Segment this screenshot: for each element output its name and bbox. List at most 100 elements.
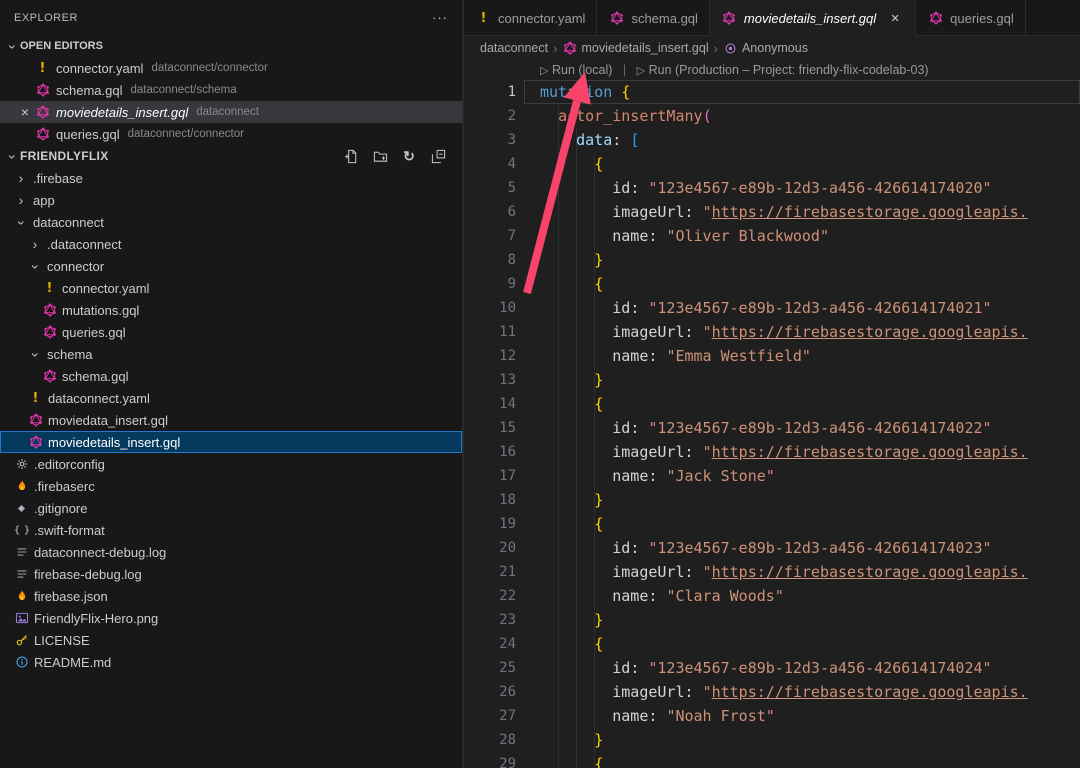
open-editors-header[interactable]: › OPEN EDITORS [0, 35, 462, 57]
line-number: 23 [464, 608, 516, 632]
play-icon: ▷ [637, 64, 649, 77]
code-line[interactable]: 29 { [464, 752, 1080, 768]
tree-item[interactable]: firebase-debug.log [0, 563, 462, 585]
breadcrumb-item[interactable]: moviedetails_insert.gql [562, 40, 708, 56]
code-line[interactable]: 25 id: "123e4567-e89b-12d3-a456-42661417… [464, 656, 1080, 680]
code-line[interactable]: 11 imageUrl: "https://firebasestorage.go… [464, 320, 1080, 344]
code-line[interactable]: 12 name: "Emma Westfield" [464, 344, 1080, 368]
code-line[interactable]: 27 name: "Noah Frost" [464, 704, 1080, 728]
chevron-right-icon: › [553, 41, 557, 56]
tree-item[interactable]: .firebaserc [0, 475, 462, 497]
warning-icon: ! [34, 60, 51, 76]
close-icon[interactable]: × [886, 10, 904, 27]
code-line[interactable]: 17 name: "Jack Stone" [464, 464, 1080, 488]
close-icon[interactable]: × [16, 104, 34, 120]
code-line[interactable]: 14 { [464, 392, 1080, 416]
tree-folder[interactable]: ›dataconnect [0, 211, 462, 233]
run-local-link[interactable]: ▷ Run (local) [540, 63, 612, 77]
code-line[interactable]: 26 imageUrl: "https://firebasestorage.go… [464, 680, 1080, 704]
tree-item[interactable]: queries.gql [0, 321, 462, 343]
code-line[interactable]: 3 data: [ [464, 128, 1080, 152]
code-line[interactable]: 24 { [464, 632, 1080, 656]
code-line[interactable]: 16 imageUrl: "https://firebasestorage.go… [464, 440, 1080, 464]
code-line[interactable]: 4 { [464, 152, 1080, 176]
tree-folder[interactable]: ›connector [0, 255, 462, 277]
tree-item[interactable]: .editorconfig [0, 453, 462, 475]
tree-item[interactable]: README.md [0, 651, 462, 673]
file-name: README.md [34, 655, 111, 670]
refresh-button[interactable]: ↻ [399, 146, 419, 166]
new-file-button[interactable] [341, 146, 361, 166]
tree-item[interactable]: moviedata_insert.gql [0, 409, 462, 431]
breadcrumb-item[interactable]: Anonymous [723, 40, 808, 56]
open-editors-list: ×!connector.yamldataconnect/connector×sc… [0, 57, 462, 145]
code-line[interactable]: 2 actor_insertMany( [464, 104, 1080, 128]
tree-item[interactable]: mutations.gql [0, 299, 462, 321]
tree-item[interactable]: !dataconnect.yaml [0, 387, 462, 409]
tree-item[interactable]: dataconnect-debug.log [0, 541, 462, 563]
line-number: 1 [464, 80, 516, 104]
code-line[interactable]: 13 } [464, 368, 1080, 392]
tree-item[interactable]: moviedetails_insert.gql [0, 431, 462, 453]
code-line[interactable]: 18 } [464, 488, 1080, 512]
line-number: 20 [464, 536, 516, 560]
open-editor-item[interactable]: ×moviedetails_insert.gqldataconnect [0, 101, 462, 123]
file-name: firebase.json [34, 589, 108, 604]
line-number: 7 [464, 224, 516, 248]
code-line[interactable]: 20 id: "123e4567-e89b-12d3-a456-42661417… [464, 536, 1080, 560]
tree-item[interactable]: schema.gql [0, 365, 462, 387]
tree-folder[interactable]: ›.dataconnect [0, 233, 462, 255]
run-production-link[interactable]: ▷ Run (Production – Project: friendly-fl… [637, 63, 929, 77]
play-icon: ▷ [540, 64, 552, 77]
line-number: 26 [464, 680, 516, 704]
line-number: 21 [464, 560, 516, 584]
more-actions-icon[interactable]: ··· [432, 10, 448, 25]
collapse-all-button[interactable] [428, 146, 448, 166]
tree-item[interactable]: { }.swift-format [0, 519, 462, 541]
codelens-separator: | [623, 63, 626, 77]
tree-item[interactable]: firebase.json [0, 585, 462, 607]
editor-tab[interactable]: !connector.yaml [464, 0, 597, 36]
code-line[interactable]: 1mutation { [464, 80, 1080, 104]
editor-tab[interactable]: schema.gql [597, 0, 709, 36]
tree-item[interactable]: LICENSE [0, 629, 462, 651]
code-line[interactable]: 8 } [464, 248, 1080, 272]
tree-item[interactable]: FriendlyFlix-Hero.png [0, 607, 462, 629]
code-line[interactable]: 15 id: "123e4567-e89b-12d3-a456-42661417… [464, 416, 1080, 440]
new-folder-button[interactable] [370, 146, 390, 166]
tree-folder[interactable]: ›.firebase [0, 167, 462, 189]
tree-item[interactable]: !connector.yaml [0, 277, 462, 299]
graphql-icon [608, 10, 625, 26]
code-editor[interactable]: ▷ Run (local) | ▷ Run (Production – Proj… [464, 60, 1080, 768]
code-line[interactable]: 7 name: "Oliver Blackwood" [464, 224, 1080, 248]
code-line[interactable]: 19 { [464, 512, 1080, 536]
open-editor-item[interactable]: ×queries.gqldataconnect/connector [0, 123, 462, 145]
log-icon [13, 566, 30, 582]
editor-tab[interactable]: moviedetails_insert.gql× [710, 0, 916, 36]
open-editor-item[interactable]: ×!connector.yamldataconnect/connector [0, 57, 462, 79]
graphql-icon [34, 126, 51, 142]
code-line[interactable]: 28 } [464, 728, 1080, 752]
tree-folder[interactable]: ›app [0, 189, 462, 211]
file-name: queries.gql [56, 127, 120, 142]
line-number: 10 [464, 296, 516, 320]
graphql-icon [41, 302, 58, 318]
code-line[interactable]: 6 imageUrl: "https://firebasestorage.goo… [464, 200, 1080, 224]
breadcrumb-item[interactable]: dataconnect [480, 41, 548, 55]
tree-folder[interactable]: ›schema [0, 343, 462, 365]
code-line[interactable]: 9 { [464, 272, 1080, 296]
code-line[interactable]: 21 imageUrl: "https://firebasestorage.go… [464, 560, 1080, 584]
code-line[interactable]: 22 name: "Clara Woods" [464, 584, 1080, 608]
file-name: .editorconfig [34, 457, 105, 472]
code-line[interactable]: 5 id: "123e4567-e89b-12d3-a456-426614174… [464, 176, 1080, 200]
file-path: dataconnect/connector [128, 128, 244, 140]
file-name: .dataconnect [47, 237, 121, 252]
tab-label: connector.yaml [498, 11, 585, 26]
code-line[interactable]: 23 } [464, 608, 1080, 632]
file-name: LICENSE [34, 633, 90, 648]
project-section-header[interactable]: › FRIENDLYFLIX ↻ [0, 145, 462, 167]
editor-tab[interactable]: queries.gql [916, 0, 1026, 36]
code-line[interactable]: 10 id: "123e4567-e89b-12d3-a456-42661417… [464, 296, 1080, 320]
tree-item[interactable]: .gitignore [0, 497, 462, 519]
open-editor-item[interactable]: ×schema.gqldataconnect/schema [0, 79, 462, 101]
